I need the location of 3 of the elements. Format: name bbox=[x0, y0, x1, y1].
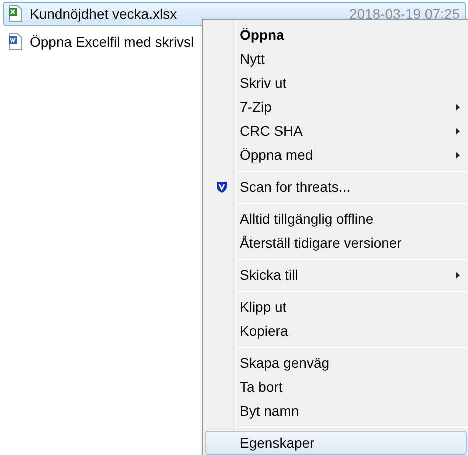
file-date: 2018-03-19 07:25 bbox=[349, 4, 461, 24]
file-name: Kundnöjdhet vecka.xlsx bbox=[30, 4, 178, 24]
file-name: Öppna Excelfil med skrivsl bbox=[30, 32, 194, 52]
